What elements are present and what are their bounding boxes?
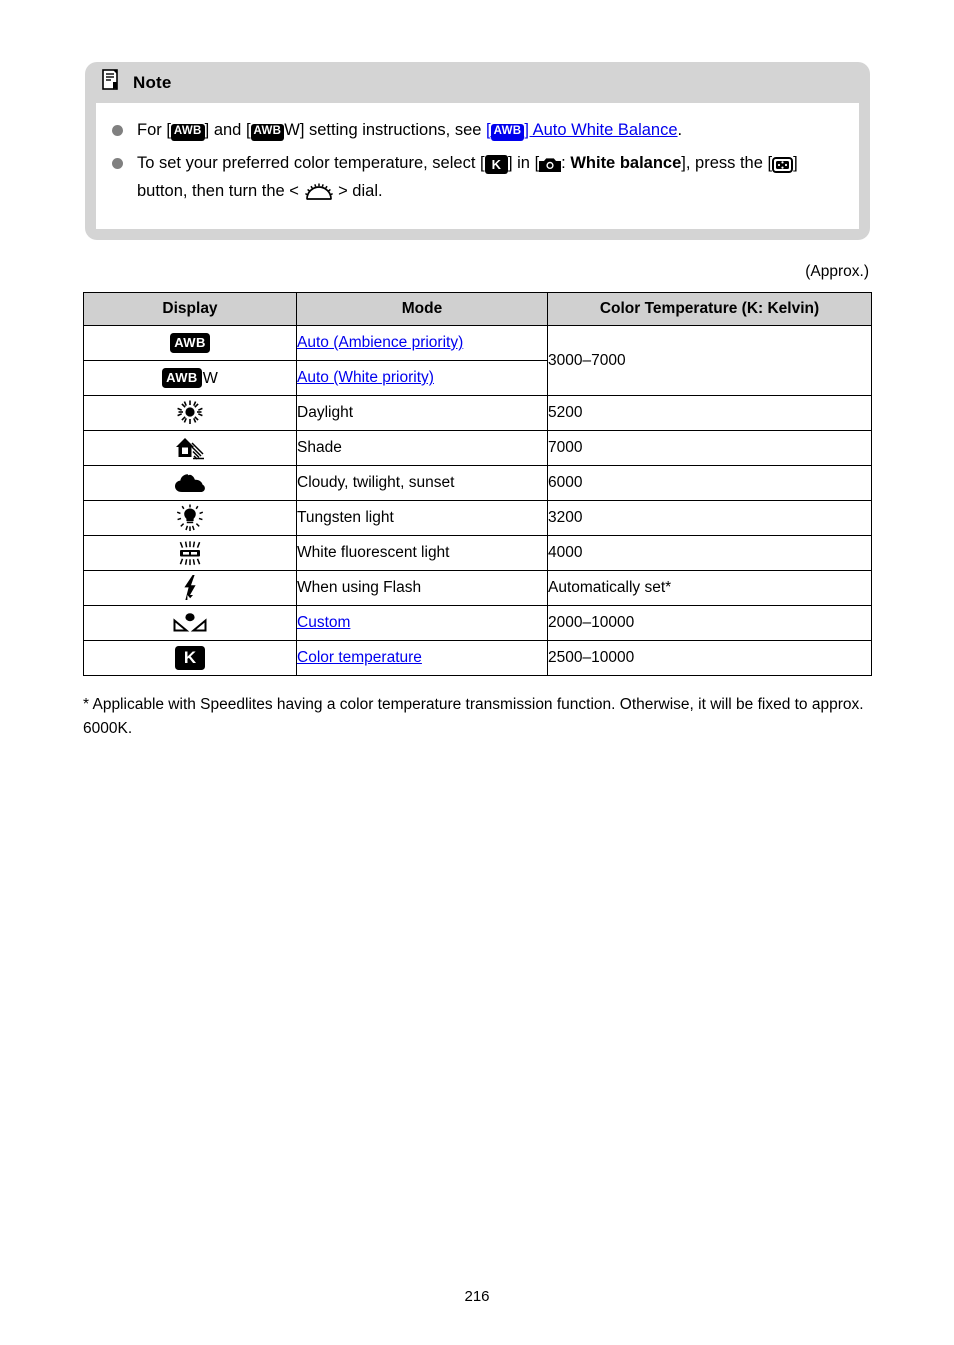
page-number: 216 [464, 1288, 490, 1305]
multi-function-button-icon [772, 152, 794, 179]
table-row: Cloudy, twilight, sunset 6000 [83, 465, 872, 501]
table-row: Shade 7000 [83, 430, 872, 466]
note-body: For [AWB] and [AWB W] setting instruction… [96, 103, 859, 230]
table-row: Daylight 5200 [83, 395, 872, 431]
cell-display-flash [83, 570, 297, 606]
awb-chip-icon-2: AWB [250, 123, 285, 141]
text-fragment-for: For [ [137, 121, 171, 139]
kelvin-k-chip-icon: K [484, 155, 508, 175]
note-callout-box: Note For [AWB] and [AWB W] setting instru… [85, 62, 870, 241]
text-fragment-period: . [677, 121, 683, 139]
link-custom[interactable]: Custom [297, 614, 350, 631]
tungsten-bulb-icon [84, 504, 296, 532]
daylight-sun-icon [84, 400, 296, 426]
text-fragment-colon: : [561, 153, 571, 172]
cell-temperature-cloudy: 6000 [547, 465, 872, 501]
awb-chip-link-icon: AWB [490, 123, 525, 141]
cell-mode-color-temperature: Color temperature [296, 640, 548, 676]
cell-display-tungsten [83, 500, 297, 536]
table-header-row: Display Mode Color Temperature (K: Kelvi… [83, 292, 872, 326]
note-bullet-awb-text: For [AWB] and [AWB W] setting instruction… [137, 117, 843, 144]
table-row: K Color temperature 2500–10000 [83, 640, 872, 676]
fluorescent-tube-icon [84, 539, 296, 567]
text-fragment-in: ] in [ [507, 153, 540, 172]
footnote-text: * Applicable with Speedlites having a co… [83, 696, 864, 737]
column-header-mode: Mode [296, 292, 548, 326]
cell-mode-auto-white: Auto (White priority) [296, 360, 548, 396]
note-bullet-color-temperature: To set your preferred color temperature,… [112, 150, 843, 207]
link-auto-white-balance[interactable]: [AWB] Auto White Balance [486, 121, 678, 141]
cell-display-daylight [83, 395, 297, 431]
note-memo-icon [102, 69, 121, 96]
kelvin-k-icon: K [174, 646, 206, 670]
cell-mode-auto-ambience: Auto (Ambience priority) [296, 325, 548, 361]
cell-mode-daylight: Daylight [296, 395, 548, 431]
cell-temperature-tungsten: 3200 [547, 500, 872, 536]
cell-mode-custom: Custom [296, 605, 548, 641]
cell-mode-fluorescent: White fluorescent light [296, 535, 548, 571]
cell-display-awb: AWB [83, 325, 297, 361]
text-fragment-select: To set your preferred color temperature,… [137, 153, 485, 172]
cell-display-shade [83, 430, 297, 466]
table-row: Custom 2000–10000 [83, 605, 872, 641]
custom-wb-icon [84, 612, 296, 634]
main-dial-icon [304, 180, 334, 207]
link-bracket-open: [ [486, 121, 491, 139]
link-color-temperature[interactable]: Color temperature [297, 649, 422, 666]
approx-label: (Approx.) [805, 263, 869, 280]
cell-mode-tungsten: Tungsten light [296, 500, 548, 536]
cell-mode-flash: When using Flash [296, 570, 548, 606]
note-header: Note [85, 62, 870, 103]
table-row: When using Flash Automatically set* [83, 570, 872, 606]
table-row: Tungsten light 3200 [83, 500, 872, 536]
column-header-color-temperature: Color Temperature (K: Kelvin) [547, 292, 872, 326]
link-label-text: ] Auto White Balance [524, 121, 678, 139]
white-balance-table: Display Mode Color Temperature (K: Kelvi… [83, 292, 872, 676]
link-auto-ambience-priority[interactable]: Auto (Ambience priority) [297, 334, 463, 351]
cell-temperature-daylight: 5200 [547, 395, 872, 431]
text-fragment-and: ] and [ [204, 121, 251, 139]
cell-mode-shade: Shade [296, 430, 548, 466]
cell-temperature-kelvin: 2500–10000 [547, 640, 872, 676]
cell-temperature-flash: Automatically set* [547, 570, 872, 606]
column-header-display: Display [83, 292, 297, 326]
table-row: AWB Auto (Ambience priority) 3000–7000 [83, 325, 872, 396]
cloud-icon [84, 471, 296, 495]
awb-w-suffix-label: W [202, 370, 218, 387]
flash-bolt-icon [84, 574, 296, 602]
note-bullet-awb: For [AWB] and [AWB W] setting instruction… [112, 117, 843, 144]
bullet-dot-icon-2 [112, 157, 123, 169]
cell-mode-cloudy: Cloudy, twilight, sunset [296, 465, 548, 501]
cell-display-kelvin: K [83, 640, 297, 676]
menu-label-white-balance: White balance [570, 153, 682, 172]
text-fragment-press: ], press the [ [681, 153, 773, 172]
cell-display-custom [83, 605, 297, 641]
link-auto-white-priority[interactable]: Auto (White priority) [297, 369, 434, 386]
cell-display-cloudy [83, 465, 297, 501]
awb-w-chip-icon: AWB [162, 368, 202, 388]
camera-icon [539, 152, 562, 179]
note-title: Note [133, 72, 172, 92]
table-row: White fluorescent light 4000 [83, 535, 872, 571]
shade-house-icon [84, 435, 296, 461]
cell-display-fluorescent [83, 535, 297, 571]
cell-temperature-3000-7000: 3000–7000 [547, 325, 872, 396]
cell-temperature-custom: 2000–10000 [547, 605, 872, 641]
awb-chip-icon: AWB [170, 333, 210, 353]
text-fragment-instructions: W] setting instructions, see [284, 121, 487, 139]
awb-chip-icon: AWB [170, 123, 205, 141]
cell-display-awb-w: AWB W [83, 360, 297, 396]
note-bullet-color-temperature-text: To set your preferred color temperature,… [137, 150, 843, 207]
bullet-dot-icon [112, 125, 123, 136]
text-fragment-dial: > dial. [333, 182, 383, 201]
cell-temperature-shade: 7000 [547, 430, 872, 466]
cell-temperature-fluorescent: 4000 [547, 535, 872, 571]
